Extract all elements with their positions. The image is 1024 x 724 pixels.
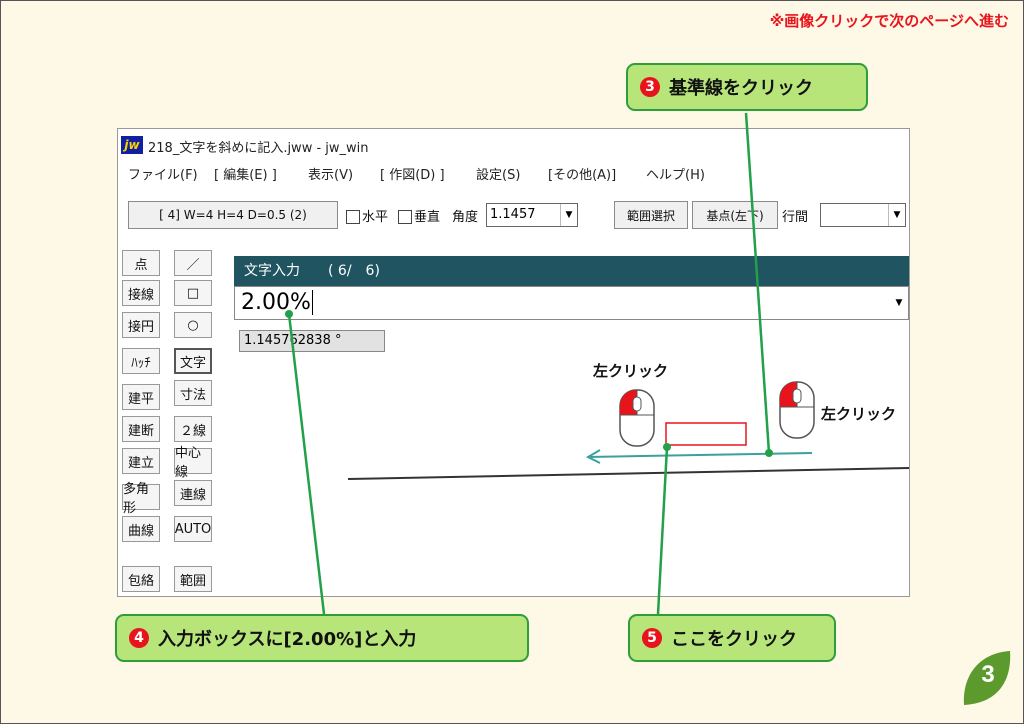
callout-step5: 5 ここをクリック <box>628 614 836 662</box>
callout-text: 基準線をクリック <box>669 78 813 99</box>
leader-line-step5 <box>656 446 669 615</box>
tutorial-slide: ※画像クリックで次のページへ進む jw 218_文字を斜めに記入.jww - j… <box>0 0 1024 724</box>
left-click-label: 左クリック <box>593 362 669 380</box>
page-number-badge[interactable]: 3 <box>958 647 1014 709</box>
leader-dot-step4 <box>285 310 293 318</box>
step-number: 4 <box>129 628 149 648</box>
callout-text: ここをクリック <box>671 629 797 650</box>
leader-line-step4 <box>287 313 326 615</box>
page-number: 3 <box>981 661 995 688</box>
callout-text: 入力ボックスに[2.00%]と入力 <box>158 629 417 650</box>
step-number: 3 <box>640 77 660 97</box>
left-click-label-right: 左クリック <box>821 405 897 423</box>
mouse-left-click-icon <box>619 389 655 447</box>
callout-step3: 3 基準線をクリック <box>626 63 868 111</box>
callout-step4: 4 入力ボックスに[2.00%]と入力 <box>115 614 529 662</box>
leader-dot-step5 <box>663 443 671 451</box>
leader-dot-step3 <box>765 449 773 457</box>
step-number: 5 <box>642 628 662 648</box>
leader-line-step3 <box>744 112 771 454</box>
mouse-left-click-icon <box>779 381 815 439</box>
